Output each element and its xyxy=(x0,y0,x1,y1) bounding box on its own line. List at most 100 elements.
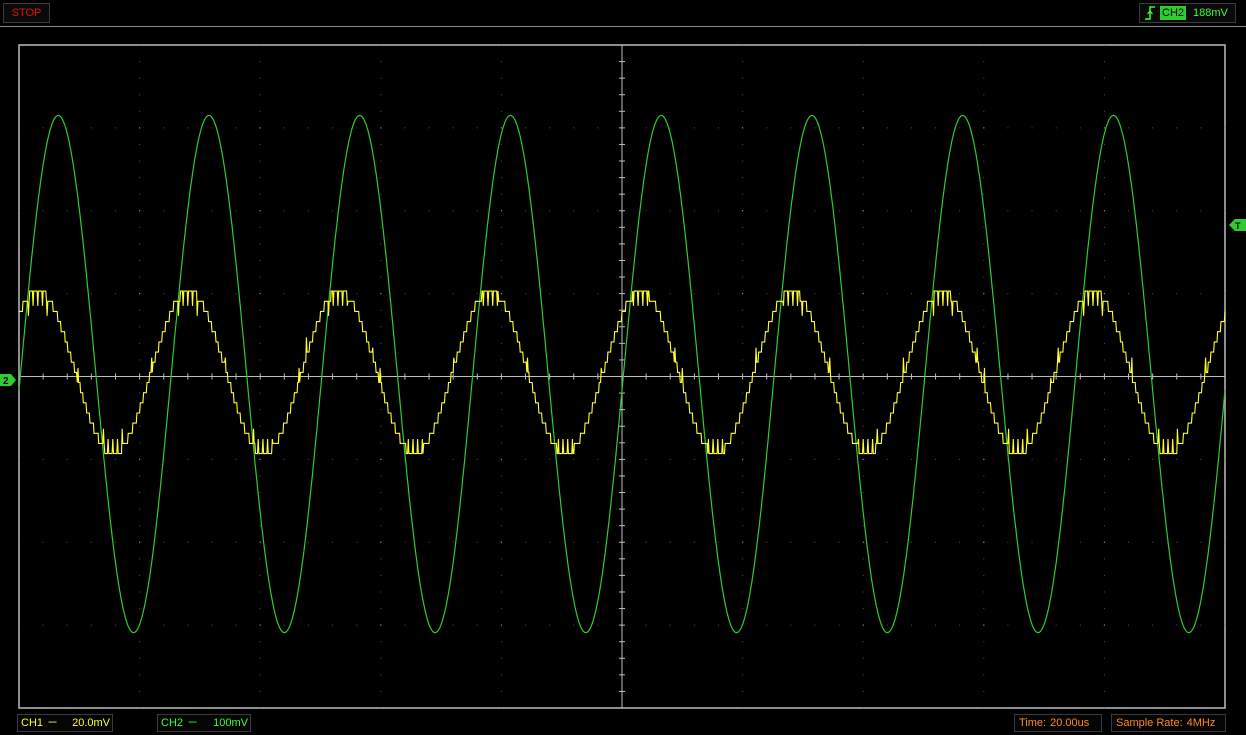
grid-dot xyxy=(1103,359,1105,361)
grid-dot xyxy=(66,127,68,129)
grid-dot xyxy=(886,127,888,129)
grid-dot xyxy=(139,326,141,328)
grid-dot xyxy=(959,541,961,543)
grid-dot xyxy=(935,293,937,295)
grid-dot xyxy=(380,541,382,543)
grid-dot xyxy=(983,243,985,245)
grid-dot xyxy=(259,177,261,179)
grid-dot xyxy=(259,624,261,626)
ch1-scale-box[interactable]: CH1 --- 20.0mV xyxy=(17,714,113,732)
grid-dot xyxy=(1128,293,1130,295)
grid-dot xyxy=(90,458,92,460)
grid-dot xyxy=(356,458,358,460)
grid-dot xyxy=(549,293,551,295)
grid-dot xyxy=(790,127,792,129)
grid-dot xyxy=(1200,210,1202,212)
grid-dot xyxy=(259,61,261,63)
grid-dot xyxy=(1079,293,1081,295)
grid-dot xyxy=(669,127,671,129)
grid-dot xyxy=(669,541,671,543)
grid-dot xyxy=(500,525,502,527)
grid-dot xyxy=(404,127,406,129)
grid-dot xyxy=(1103,143,1105,145)
grid-dot xyxy=(983,624,985,626)
grid-dot xyxy=(1200,293,1202,295)
grid-dot xyxy=(693,541,695,543)
grid-dot xyxy=(742,608,744,610)
grid-dot xyxy=(235,127,237,129)
run-stop-button[interactable]: STOP xyxy=(3,3,50,23)
grid-dot xyxy=(211,458,213,460)
grid-dot xyxy=(814,458,816,460)
top-status-bar: STOP CH2 188mV xyxy=(0,0,1246,26)
grid-dot xyxy=(814,293,816,295)
grid-dot xyxy=(1103,110,1105,112)
grid-dot xyxy=(259,707,261,709)
grid-dot xyxy=(669,624,671,626)
grid-dot xyxy=(1007,624,1009,626)
grid-dot xyxy=(114,210,116,212)
grid-dot xyxy=(42,127,44,129)
sample-rate-label: Sample Rate: xyxy=(1116,717,1183,729)
grid-dot xyxy=(1176,293,1178,295)
oscilloscope-display[interactable]: 2 T xyxy=(0,27,1246,710)
grid-dot xyxy=(380,674,382,676)
grid-dot xyxy=(645,210,647,212)
grid-dot xyxy=(742,458,744,460)
grid-dot xyxy=(983,690,985,692)
grid-dot xyxy=(862,309,864,311)
grid-dot xyxy=(380,690,382,692)
grid-dot xyxy=(1103,293,1105,295)
grid-dot xyxy=(211,127,213,129)
grid-dot xyxy=(1128,210,1130,212)
grid-dot xyxy=(1055,624,1057,626)
grid-dot xyxy=(983,591,985,593)
grid-dot xyxy=(1224,458,1226,460)
grid-dot xyxy=(500,591,502,593)
grid-dot xyxy=(259,293,261,295)
grid-dot xyxy=(862,558,864,560)
ch2-ground-marker[interactable]: 2 xyxy=(0,374,16,387)
grid-dot xyxy=(500,425,502,427)
grid-dot xyxy=(742,674,744,676)
grid-dot xyxy=(235,293,237,295)
grid-dot xyxy=(742,574,744,576)
grid-dot xyxy=(380,492,382,494)
grid-dot xyxy=(1103,608,1105,610)
grid-dot xyxy=(380,160,382,162)
grid-dot xyxy=(500,309,502,311)
grid-dot xyxy=(959,127,961,129)
grid-dot xyxy=(259,392,261,394)
grid-dot xyxy=(139,641,141,643)
grid-dot xyxy=(1103,342,1105,344)
grid-dot xyxy=(500,44,502,46)
grid-dot xyxy=(1103,44,1105,46)
grid-dot xyxy=(549,541,551,543)
grid-dot xyxy=(910,293,912,295)
grid-dot xyxy=(66,293,68,295)
grid-dot xyxy=(139,541,141,543)
grid-dot xyxy=(1103,674,1105,676)
grid-dot xyxy=(1103,409,1105,411)
timebase-box[interactable]: Time: 20.00us xyxy=(1014,714,1102,732)
sample-rate-box[interactable]: Sample Rate: 4MHz xyxy=(1111,714,1226,732)
grid-dot xyxy=(259,326,261,328)
grid-dot xyxy=(235,210,237,212)
trigger-level-marker[interactable]: T xyxy=(1229,219,1246,231)
grid-dot xyxy=(139,342,141,344)
grid-dot xyxy=(525,210,527,212)
grid-dot xyxy=(1103,61,1105,63)
ch1-scale-value: 20.0mV xyxy=(72,717,110,729)
grid-dot xyxy=(42,541,44,543)
grid-dot xyxy=(1079,210,1081,212)
grid-dot xyxy=(404,293,406,295)
grid-dot xyxy=(476,127,478,129)
grid-dot xyxy=(983,608,985,610)
grid-dot xyxy=(983,309,985,311)
trigger-status-box[interactable]: CH2 188mV xyxy=(1139,3,1236,23)
grid-dot xyxy=(1224,624,1226,626)
grid-dot xyxy=(742,558,744,560)
grid-dot xyxy=(1103,458,1105,460)
ch2-scale-box[interactable]: CH2 --- 100mV xyxy=(157,714,251,732)
grid-dot xyxy=(742,243,744,245)
